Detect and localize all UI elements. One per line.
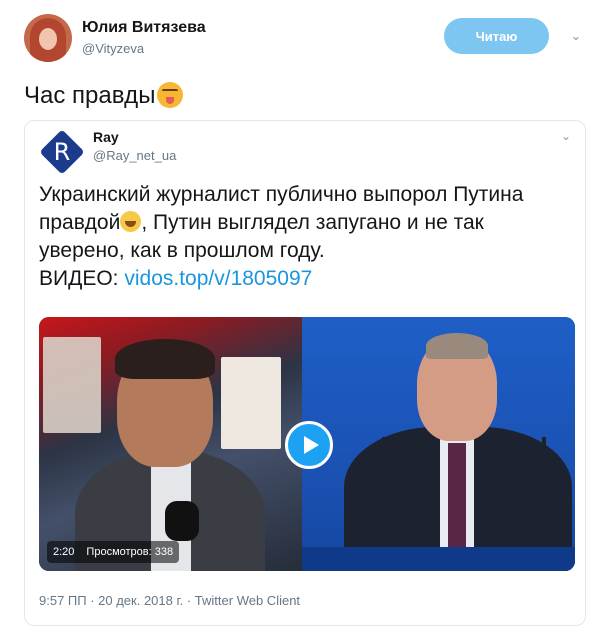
quoted-text-line-2-part-b: , Путин выглядел запугано и не так — [141, 211, 484, 234]
grinning-squinting-emoji-icon — [120, 211, 142, 232]
squinting-tongue-emoji-icon — [157, 82, 184, 108]
quoted-author-avatar[interactable]: R — [39, 129, 85, 175]
quoted-text-line-1: Украинский журналист публично выпорол Пу… — [39, 183, 524, 206]
quoted-author-handle[interactable]: @Ray_net_ua — [93, 148, 176, 163]
author-name[interactable]: Юлия Витязева — [82, 19, 206, 37]
quoted-text-line-3: уверено, как в прошлом году. — [39, 239, 325, 262]
journalist-hair — [115, 339, 215, 379]
background-sign — [43, 337, 101, 433]
tweet-header: Юлия Витязева @Vityzeva Читаю ⌄ — [24, 14, 589, 64]
tweet-text: Час правды — [24, 82, 184, 110]
quoted-text-line-4: ВИДЕО: vidos.top/v/1805097 — [39, 265, 559, 293]
video-meta-overlay: 2:20 Просмотров: 338 — [47, 541, 180, 563]
tweet-timestamp[interactable]: 9:57 ПП · 20 дек. 2018 г. · Twitter Web … — [39, 593, 300, 608]
quoted-tweet-text: Украинский журналист публично выпорол Пу… — [39, 181, 559, 293]
background-sign — [221, 357, 281, 449]
video-player[interactable]: 2:20 Просмотров: 338 — [39, 317, 575, 571]
video-link[interactable]: vidos.top/v/1805097 — [124, 267, 312, 290]
author-handle[interactable]: @Vityzeva — [82, 41, 144, 56]
video-duration: 2:20 — [53, 546, 75, 558]
speaker-tie — [448, 443, 466, 555]
quoted-tweet[interactable]: R Ray @Ray_net_ua ⌄ Украинский журналист… — [24, 120, 586, 626]
video-views: Просмотров: 338 — [86, 546, 174, 558]
quoted-text-line-2-part-a: правдой — [39, 211, 121, 234]
chevron-down-icon[interactable]: ⌄ — [568, 28, 584, 44]
play-button[interactable] — [285, 421, 333, 469]
avatar-face — [39, 28, 57, 50]
quoted-chevron-down-icon[interactable]: ⌄ — [561, 129, 571, 143]
video-left-frame — [39, 317, 302, 571]
author-avatar[interactable] — [24, 14, 72, 62]
video-label: ВИДЕО: — [39, 267, 125, 290]
microphone — [165, 501, 199, 541]
quoted-text-line-2: правдой , Путин выглядел запугано и не та… — [39, 209, 559, 237]
tweet-text-content: Час правды — [24, 82, 156, 109]
avatar-letter: R — [53, 138, 71, 166]
video-right-frame — [302, 317, 575, 571]
desk — [302, 547, 575, 571]
speaker-hair — [426, 333, 488, 359]
quoted-author-name[interactable]: Ray — [93, 129, 119, 145]
play-icon — [303, 436, 319, 454]
follow-button[interactable]: Читаю — [444, 18, 549, 54]
